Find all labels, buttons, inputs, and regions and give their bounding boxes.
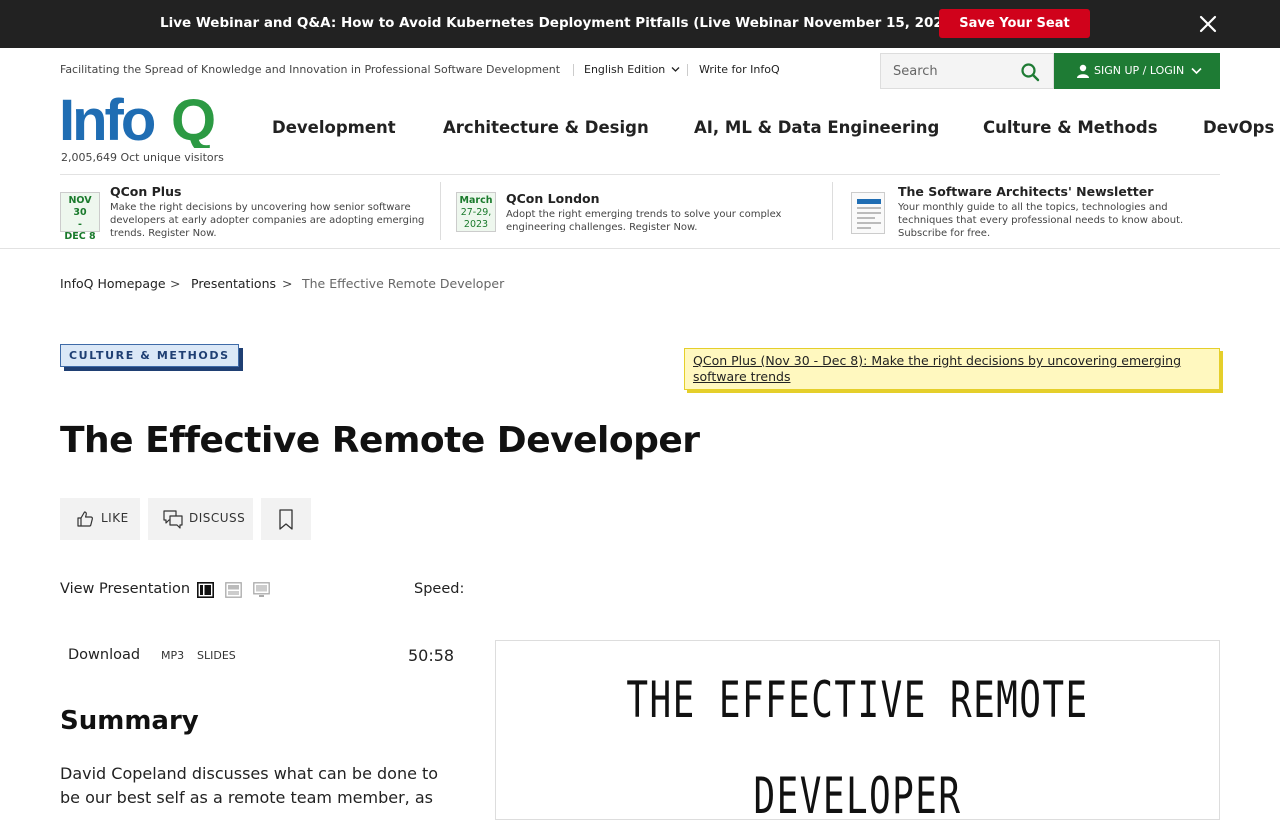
view-presentation-label: View Presentation	[60, 581, 191, 597]
qcon-plus-desc: Make the right decisions by uncovering h…	[110, 202, 425, 239]
nav-ai-ml-data[interactable]: AI, ML & Data Engineering	[694, 118, 939, 137]
banner-text[interactable]: Live Webinar and Q&A: How to Avoid Kuber…	[160, 15, 958, 31]
breadcrumb-separator: >	[282, 276, 293, 291]
slide-title-line: THE EFFECTIVE REMOTE	[626, 671, 1089, 729]
badge-line: NOV 30	[68, 195, 92, 218]
save-seat-button[interactable]: Save Your Seat	[939, 9, 1090, 38]
newsletter-icon	[857, 199, 881, 229]
video-duration: 50:58	[408, 646, 455, 665]
comments-icon	[163, 510, 183, 529]
signup-login-button[interactable]: SIGN UP / LOGIN	[1054, 53, 1220, 89]
download-slides-link[interactable]: SLIDES	[197, 649, 236, 662]
divider	[60, 174, 1220, 175]
visitor-count: 2,005,649 Oct unique visitors	[61, 151, 224, 164]
thumbs-up-icon	[77, 511, 93, 527]
layout-fullscreen-icon[interactable]	[253, 582, 270, 598]
promo-banner: Live Webinar and Q&A: How to Avoid Kuber…	[0, 0, 1280, 48]
speed-label: Speed:	[414, 581, 465, 597]
like-button[interactable]: LIKE	[60, 498, 140, 540]
breadcrumb-home[interactable]: InfoQ Homepage	[60, 276, 166, 291]
site-tagline: Facilitating the Spread of Knowledge and…	[60, 63, 561, 76]
bookmark-button[interactable]	[261, 498, 311, 540]
chevron-down-icon	[1191, 67, 1202, 75]
divider	[832, 182, 833, 240]
nav-culture-methods[interactable]: Culture & Methods	[983, 118, 1158, 137]
discuss-label: DISCUSS	[189, 511, 246, 525]
search-box	[880, 53, 1054, 89]
badge-line: 2023	[463, 219, 489, 230]
qcon-plus-title[interactable]: QCon Plus	[110, 184, 181, 199]
layout-split-icon[interactable]	[197, 582, 214, 598]
svg-text:Info: Info	[59, 88, 155, 148]
divider	[687, 64, 688, 76]
topic-tag[interactable]: CULTURE & METHODS	[60, 344, 239, 367]
signup-label: SIGN UP / LOGIN	[1094, 64, 1185, 77]
divider	[0, 248, 1280, 249]
layout-stacked-icon[interactable]	[225, 582, 242, 598]
user-icon	[1077, 64, 1089, 78]
qcon-plus-ad-link[interactable]: QCon Plus (Nov 30 - Dec 8): Make the rig…	[684, 348, 1220, 390]
breadcrumb-presentations[interactable]: Presentations	[191, 276, 276, 291]
bookmark-icon	[279, 509, 293, 530]
discuss-button[interactable]: DISCUSS	[148, 498, 253, 540]
edition-selector[interactable]: English Edition	[584, 63, 680, 76]
slide-viewer[interactable]: THE EFFECTIVE REMOTE DEVELOPER	[495, 640, 1220, 820]
badge-line: -	[78, 219, 82, 230]
divider	[440, 182, 441, 240]
search-icon[interactable]	[1020, 62, 1040, 82]
nav-devops[interactable]: DevOps	[1203, 118, 1274, 137]
nav-architecture-design[interactable]: Architecture & Design	[443, 118, 649, 137]
qcon-london-date-badge[interactable]: March 27-29, 2023	[456, 192, 496, 232]
summary-heading: Summary	[60, 706, 199, 736]
edition-label: English Edition	[584, 63, 666, 76]
download-label: Download	[68, 647, 141, 663]
newsletter-thumbnail[interactable]	[851, 192, 885, 234]
newsletter-desc: Your monthly guide to all the topics, te…	[898, 202, 1184, 239]
divider	[573, 64, 574, 76]
newsletter-title[interactable]: The Software Architects' Newsletter	[898, 184, 1153, 199]
slide-title-line: DEVELOPER	[753, 767, 962, 820]
badge-line: DEC 8	[64, 231, 96, 242]
breadcrumb-current: The Effective Remote Developer	[302, 276, 505, 291]
page-title: The Effective Remote Developer	[60, 420, 700, 461]
svg-text:Q: Q	[171, 88, 216, 148]
summary-text: David Copeland discusses what can be don…	[60, 764, 439, 807]
like-label: LIKE	[101, 511, 129, 525]
search-input[interactable]	[893, 54, 1023, 88]
qcon-london-desc: Adopt the right emerging trends to solve…	[506, 209, 782, 233]
qcon-plus-date-badge[interactable]: NOV 30 - DEC 8	[60, 192, 100, 242]
badge-line: March	[459, 195, 493, 206]
chevron-down-icon	[671, 67, 680, 72]
breadcrumb-separator: >	[170, 276, 181, 291]
close-icon[interactable]	[1198, 14, 1218, 34]
download-mp3-link[interactable]: MP3	[161, 649, 184, 662]
nav-development[interactable]: Development	[272, 118, 396, 137]
write-for-infoq-link[interactable]: Write for InfoQ	[699, 63, 780, 76]
infoq-logo[interactable]: Info Q	[59, 88, 229, 148]
qcon-london-title[interactable]: QCon London	[506, 191, 600, 206]
badge-line: 27-29,	[460, 207, 492, 218]
